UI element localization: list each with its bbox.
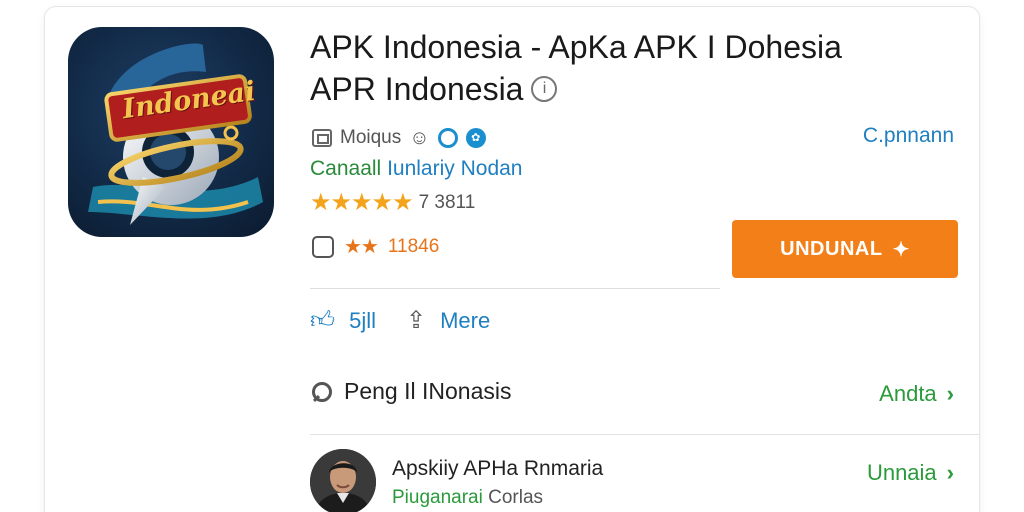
developer-name[interactable]: Iunlariy Nodan (387, 157, 522, 180)
actions-row: 👍︎ 5jll ⇪ Mere (310, 306, 490, 335)
app-title-line-1: APK Indonesia - ApKa APK I Dohesia (310, 29, 842, 65)
review-link[interactable]: Unnaia › (867, 460, 954, 486)
face-icon: ☺ (409, 126, 430, 149)
reviewer-sub-b: Corlas (488, 487, 544, 508)
category-link[interactable]: C.pnnann (863, 124, 954, 148)
search-more-label: Andta (879, 381, 937, 406)
search-label: Peng Il INonasis (344, 378, 512, 404)
install-button[interactable]: UNDUNAL ✦ (732, 220, 958, 278)
app-title-line-2-text: APR Indonesia (310, 71, 524, 107)
divider (310, 434, 980, 435)
share-label[interactable]: Mere (440, 308, 490, 334)
downloads-row: ★★ 11846 (312, 234, 439, 259)
star-icon: ★★★★★ (310, 189, 414, 216)
meta-row: Moiqus ☺ ✿ (312, 124, 486, 152)
app-title-line-2: APR Indonesia i (310, 68, 950, 110)
info-icon[interactable]: i (531, 75, 558, 102)
downloads-stars: ★★ (344, 236, 379, 258)
developer-prefix: Canaall (310, 157, 382, 180)
divider (310, 288, 720, 289)
meta-box-icon (312, 129, 332, 147)
search-row[interactable]: Peng Il INonasis (310, 378, 511, 405)
downloads-count: 11846 (387, 235, 440, 257)
rating-count: 7 3811 (418, 191, 476, 213)
badge-icon-2: ✿ (465, 128, 486, 148)
chevron-right-icon: › (946, 460, 954, 485)
reviewer-subtitle: Piuganarai Corlas (392, 487, 543, 509)
avatar[interactable] (310, 449, 376, 512)
share-icon[interactable]: ⇪ (406, 306, 426, 335)
thumb-up-icon[interactable]: 👍︎ (310, 307, 335, 335)
download-icon: ✦ (892, 238, 910, 261)
meta-label: Moiqus (340, 127, 402, 148)
rating-row: ★★★★★ 7 3811 (310, 188, 475, 217)
search-more-link[interactable]: Andta › (879, 381, 954, 407)
badge-icon (437, 128, 458, 148)
install-button-label: UNDUNAL (780, 237, 883, 260)
app-title: APK Indonesia - ApKa APK I Dohesia APR I… (310, 26, 950, 110)
review-link-label: Unnaia (866, 460, 937, 485)
app-icon[interactable]: Indoneai (68, 27, 274, 237)
square-icon (312, 235, 334, 258)
developer-line[interactable]: Canaall Iunlariy Nodan (310, 157, 522, 181)
chevron-right-icon: › (946, 381, 954, 406)
reviewer-sub-a: Piuganarai (392, 487, 483, 508)
reviewer-name: Apskiiy APHa Rnmaria (392, 457, 604, 480)
like-count: 5jll (349, 307, 376, 333)
search-icon (310, 381, 332, 403)
